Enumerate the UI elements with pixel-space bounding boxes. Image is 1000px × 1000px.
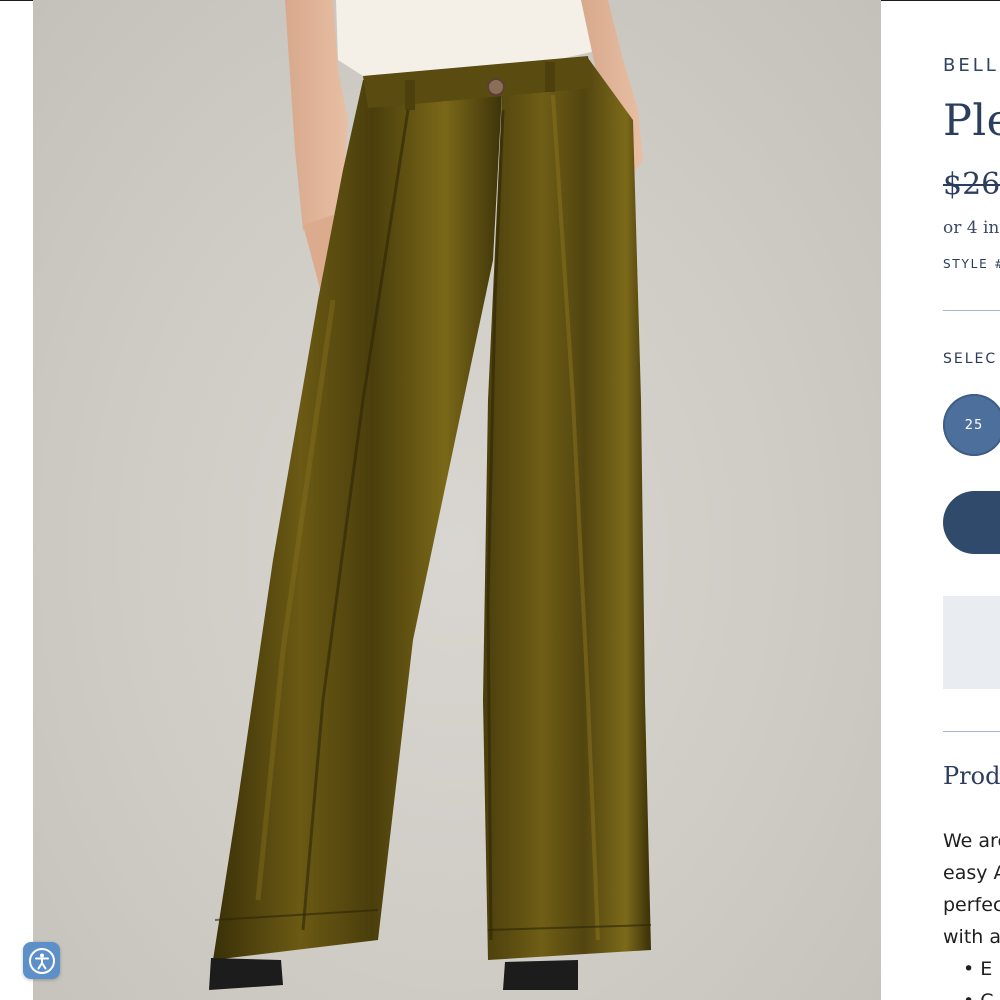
installments-text: or 4 inte (943, 218, 1000, 238)
divider (943, 310, 1000, 311)
description-line: with a (943, 926, 1000, 948)
description-bullet: • C (963, 990, 994, 1000)
brand-name[interactable]: BELL (943, 55, 999, 76)
add-to-bag-button[interactable] (943, 491, 1000, 554)
divider (943, 731, 1000, 732)
velvet-pants-illustration (209, 0, 652, 990)
description-line: We are (943, 830, 1000, 852)
size-option-25[interactable]: 25 (943, 394, 1000, 456)
accessibility-button[interactable] (23, 942, 60, 979)
product-title: Ple (943, 96, 1000, 146)
promo-box (943, 596, 1000, 689)
product-details-heading[interactable]: Produ (943, 762, 1000, 790)
select-size-label: SELEC (943, 351, 998, 367)
style-number: STYLE # (943, 257, 1000, 271)
description-line: easy A (943, 862, 1000, 884)
product-info-panel: BELL Ple $260 or 4 inte STYLE # SELEC 25… (943, 0, 1000, 1000)
description-bullet: • E (963, 958, 993, 980)
original-price: $260 (943, 167, 1000, 202)
description-line: perfec (943, 894, 1000, 916)
product-image[interactable] (33, 0, 881, 1000)
accessibility-icon (28, 947, 55, 974)
